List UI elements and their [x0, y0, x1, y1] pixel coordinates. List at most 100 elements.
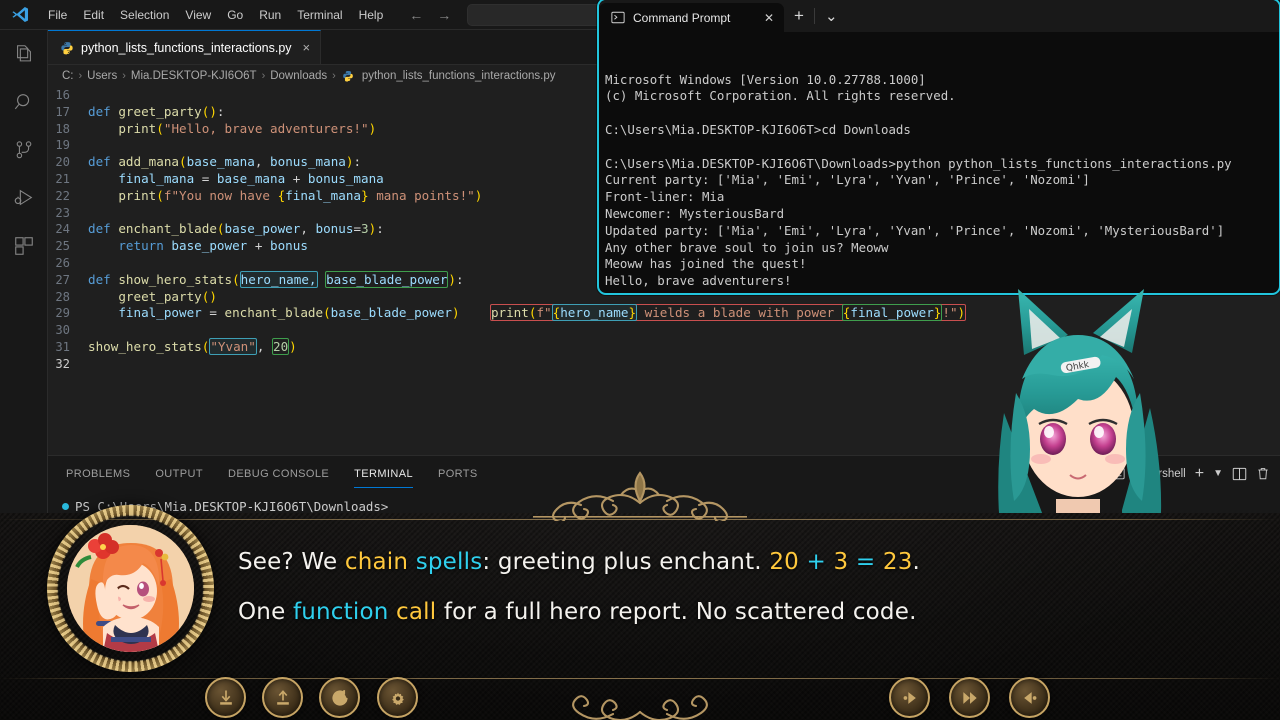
command-prompt-tab[interactable]: Command Prompt ✕: [599, 3, 784, 32]
code-token: bonus: [315, 221, 354, 237]
subtitle-word: : greeting plus enchant.: [482, 549, 770, 575]
tab-output[interactable]: OUTPUT: [155, 459, 203, 488]
extensions-icon: [14, 237, 33, 255]
tab-debug-console[interactable]: DEBUG CONSOLE: [228, 459, 329, 488]
overlay-divider-top: [0, 519, 1280, 520]
code-text: greet_party(): [88, 289, 217, 306]
subtitle-word: for a full hero report. No scattered cod…: [436, 599, 917, 625]
code-token: bonus: [270, 238, 308, 254]
code-token: mana points!": [368, 187, 475, 203]
code-token: :: [216, 103, 225, 119]
breadcrumb-item-1[interactable]: Users: [87, 70, 117, 82]
menu-selection[interactable]: Selection: [112, 5, 177, 25]
breadcrumb-item-2[interactable]: Mia.DESKTOP-KJI6O6T: [131, 70, 257, 82]
subtitle-caption: See? We chain spells: greeting plus ench…: [238, 537, 1160, 637]
sidebar-item-source-control[interactable]: [0, 126, 48, 174]
download-icon: [219, 690, 232, 705]
code-text: final_power = enchant_blade(base_blade_p…: [88, 304, 967, 322]
terminal-shell-label: powershell: [1130, 467, 1186, 480]
code-line: 32: [48, 356, 1280, 373]
reset-button[interactable]: [319, 677, 360, 718]
tab-problems[interactable]: PROBLEMS: [66, 459, 130, 488]
code-token: (): [201, 103, 217, 119]
forward-arrow-icon[interactable]: →: [437, 8, 451, 22]
code-token: ): [448, 271, 457, 287]
menu-run[interactable]: Run: [251, 5, 289, 25]
menu-edit[interactable]: Edit: [75, 5, 112, 25]
close-icon[interactable]: ✕: [750, 11, 774, 25]
subtitle-word: See? We: [238, 549, 345, 575]
add-terminal-icon[interactable]: +: [1195, 465, 1204, 483]
subtitle-word: 20: [769, 549, 799, 575]
subtitle-word: call: [396, 599, 437, 625]
command-prompt-output[interactable]: Microsoft Windows [Version 10.0.27788.10…: [599, 32, 1279, 293]
command-prompt-window[interactable]: Command Prompt ✕ + ⌄ Microsoft Windows […: [597, 0, 1280, 295]
terminal-shell-selector[interactable]: powershell: [1111, 467, 1186, 480]
command-prompt-line: Newcomer: MysteriousBard: [605, 205, 785, 221]
code-token: +: [285, 170, 308, 186]
chevron-down-icon[interactable]: ▼: [1213, 468, 1223, 479]
code-token: =: [194, 170, 217, 186]
breadcrumb-separator: ›: [78, 70, 83, 82]
back-arrow-icon[interactable]: ←: [409, 8, 423, 22]
terminal-icon: [1111, 467, 1125, 480]
menu-file[interactable]: File: [40, 5, 75, 25]
code-token: =: [353, 221, 362, 237]
overlay-control-bar: [0, 675, 1280, 720]
new-tab-icon[interactable]: +: [794, 6, 804, 26]
sidebar-item-extensions[interactable]: [0, 222, 48, 270]
menu-bar[interactable]: File Edit Selection View Go Run Terminal…: [40, 5, 391, 25]
close-icon[interactable]: ×: [303, 40, 311, 55]
code-token: ): [957, 305, 966, 321]
chevron-down-icon[interactable]: ⌄: [825, 7, 838, 25]
menu-help[interactable]: Help: [351, 5, 392, 25]
sidebar-item-run-debug[interactable]: [0, 174, 48, 222]
code-token: (): [201, 288, 217, 304]
upload-button[interactable]: [262, 677, 303, 718]
code-token: print: [118, 187, 157, 203]
command-prompt-tabbar: Command Prompt ✕ + ⌄: [599, 0, 1279, 32]
skip-forward-button[interactable]: [949, 677, 990, 718]
menu-go[interactable]: Go: [219, 5, 251, 25]
command-prompt-line: Updated party: ['Mia', 'Emi', 'Lyra', 'Y…: [605, 222, 1225, 238]
line-number: 23: [55, 205, 70, 220]
code-highlight-cyan: "Yvan": [209, 337, 257, 355]
sidebar-item-explorer[interactable]: [0, 30, 48, 78]
reset-icon: [331, 689, 348, 706]
breadcrumb-item-4[interactable]: python_lists_functions_interactions.py: [362, 70, 556, 82]
subtitle-word: [875, 549, 883, 575]
tab-terminal[interactable]: TERMINAL: [354, 459, 413, 488]
play-icon: [903, 691, 916, 704]
subtitle-word: [408, 549, 416, 575]
skip-back-button[interactable]: [1009, 677, 1050, 718]
line-number: 18: [55, 121, 70, 136]
sidebar-item-search[interactable]: [0, 78, 48, 126]
skip-back-icon: [1023, 691, 1036, 704]
breadcrumb-item-3[interactable]: Downloads: [270, 70, 327, 82]
code-token: f"You now have: [163, 187, 278, 203]
line-number: 31: [55, 339, 70, 354]
code-token: =: [201, 305, 225, 321]
editor-tab-active[interactable]: python_lists_functions_interactions.py ×: [48, 30, 322, 64]
breadcrumb-item-0[interactable]: C:: [62, 70, 74, 82]
tab-ports[interactable]: PORTS: [438, 459, 478, 488]
navigation-buttons: ← →: [409, 8, 451, 22]
line-number: 21: [55, 171, 70, 186]
line-number: 20: [55, 155, 70, 170]
play-button[interactable]: [889, 677, 930, 718]
code-token: ): [368, 120, 377, 136]
upload-icon: [276, 689, 289, 705]
download-button[interactable]: [205, 677, 246, 718]
code-highlight-green: base_blade_power: [325, 270, 449, 288]
line-number: 29: [55, 306, 70, 321]
menu-terminal[interactable]: Terminal: [289, 5, 350, 25]
code-line: 29 final_power = enchant_blade(base_blad…: [48, 304, 1280, 322]
menu-view[interactable]: View: [177, 5, 219, 25]
settings-button[interactable]: [377, 677, 418, 718]
code-token: base_mana: [216, 170, 286, 186]
code-token: :: [353, 154, 362, 170]
